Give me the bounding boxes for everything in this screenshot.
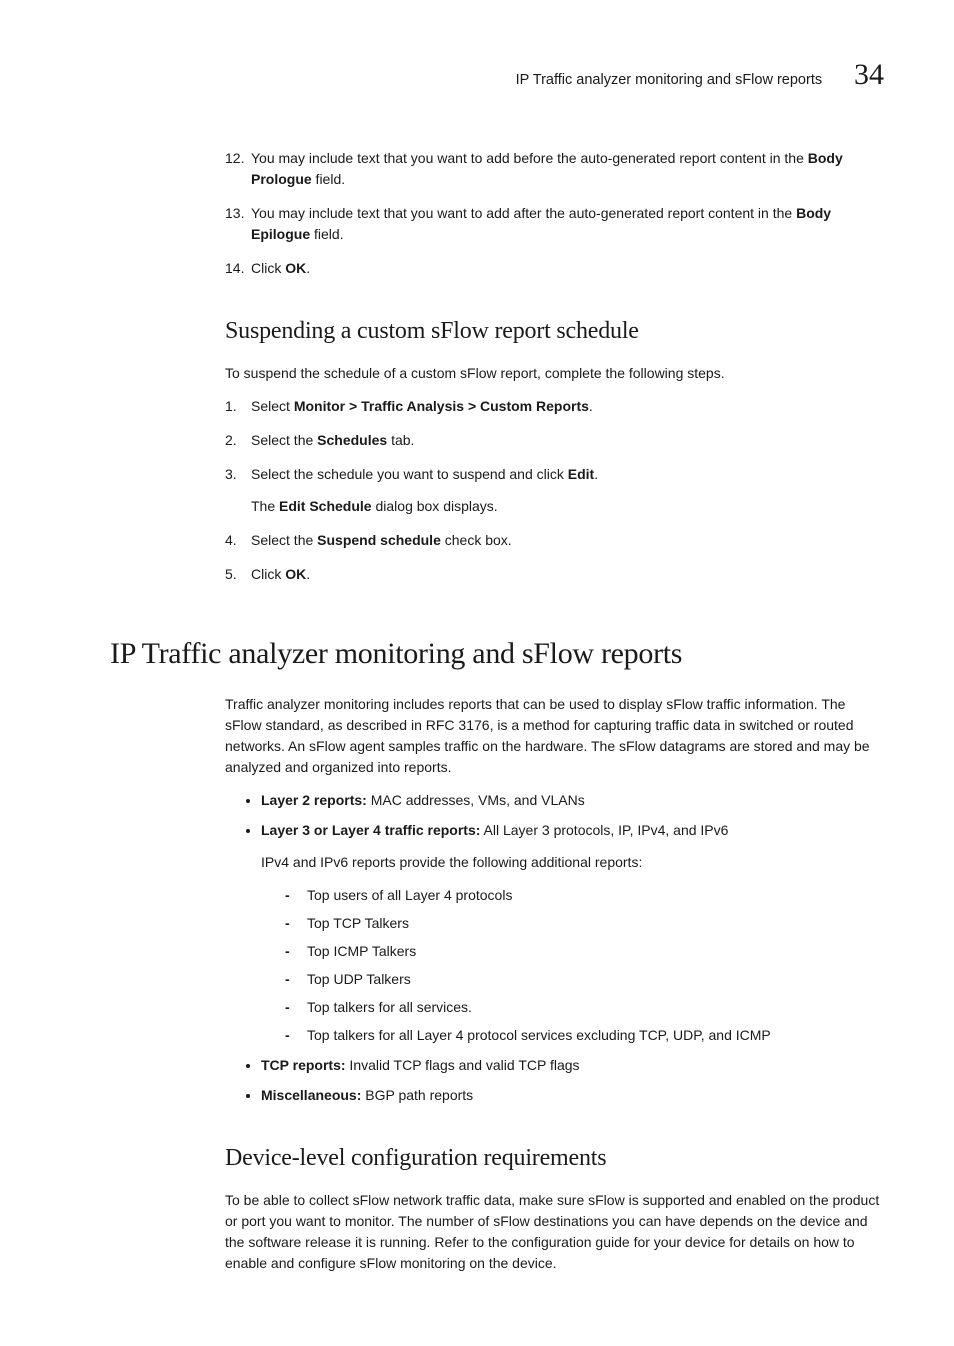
main-content: 12. You may include text that you want t…: [225, 148, 884, 1274]
sub-post: dialog box displays.: [372, 498, 498, 514]
step-subtext: The Edit Schedule dialog box displays.: [251, 496, 884, 517]
step-bold: Schedules: [317, 432, 387, 448]
bullet-misc: Miscellaneous: BGP path reports: [261, 1085, 884, 1106]
step-post: check box.: [441, 532, 512, 548]
device-body: To be able to collect sFlow network traf…: [225, 1190, 884, 1274]
bullet-text: Invalid TCP flags and valid TCP flags: [346, 1057, 580, 1073]
dash-item: Top talkers for all Layer 4 protocol ser…: [285, 1025, 884, 1046]
bullet-bold: TCP reports:: [261, 1057, 346, 1073]
dash-item: Top ICMP Talkers: [285, 941, 884, 962]
step-post: .: [306, 260, 310, 276]
step-bold: OK: [285, 260, 306, 276]
step-text: Select: [251, 398, 294, 414]
step-number: 14.: [225, 258, 244, 279]
suspend-step-5: 5. Click OK.: [225, 564, 884, 585]
step-12: 12. You may include text that you want t…: [225, 148, 884, 190]
step-13: 13. You may include text that you want t…: [225, 203, 884, 245]
page-header: IP Traffic analyzer monitoring and sFlow…: [110, 60, 884, 92]
step-number: 5.: [225, 564, 237, 585]
bullet-text: All Layer 3 protocols, IP, IPv4, and IPv…: [480, 822, 728, 838]
report-bullets: Layer 2 reports: MAC addresses, VMs, and…: [225, 790, 884, 1106]
bullet-layer34: Layer 3 or Layer 4 traffic reports: All …: [261, 820, 884, 1046]
suspend-steps: 1. Select Monitor > Traffic Analysis > C…: [225, 396, 884, 585]
bullet-bold: Layer 3 or Layer 4 traffic reports:: [261, 822, 480, 838]
step-post: .: [306, 566, 310, 582]
step-post: tab.: [387, 432, 414, 448]
suspend-intro: To suspend the schedule of a custom sFlo…: [225, 363, 884, 384]
suspend-heading: Suspending a custom sFlow report schedul…: [225, 313, 884, 349]
sub-bold: Edit Schedule: [279, 498, 372, 514]
ip-intro: Traffic analyzer monitoring includes rep…: [225, 694, 884, 778]
bullet-bold: Layer 2 reports:: [261, 792, 367, 808]
suspend-step-4: 4. Select the Suspend schedule check box…: [225, 530, 884, 551]
step-number: 1.: [225, 396, 237, 417]
step-text: You may include text that you want to ad…: [251, 205, 796, 221]
step-number: 2.: [225, 430, 237, 451]
step-text: Select the: [251, 532, 317, 548]
dash-item: Top talkers for all services.: [285, 997, 884, 1018]
bullet-bold: Miscellaneous:: [261, 1087, 361, 1103]
chapter-number: 34: [854, 60, 884, 90]
step-post: field.: [310, 226, 343, 242]
step-bold: Edit: [568, 466, 594, 482]
step-number: 13.: [225, 203, 244, 224]
step-text: Select the: [251, 432, 317, 448]
step-text: Select the schedule you want to suspend …: [251, 466, 568, 482]
step-bold: Suspend schedule: [317, 532, 441, 548]
suspend-step-1: 1. Select Monitor > Traffic Analysis > C…: [225, 396, 884, 417]
header-title: IP Traffic analyzer monitoring and sFlow…: [516, 70, 823, 92]
sub-pre: The: [251, 498, 279, 514]
dash-item: Top UDP Talkers: [285, 969, 884, 990]
step-text: You may include text that you want to ad…: [251, 150, 808, 166]
step-post: .: [589, 398, 593, 414]
suspend-step-2: 2. Select the Schedules tab.: [225, 430, 884, 451]
step-14: 14. Click OK.: [225, 258, 884, 279]
step-bold: Monitor > Traffic Analysis > Custom Repo…: [294, 398, 589, 414]
bullet-tcp: TCP reports: Invalid TCP flags and valid…: [261, 1055, 884, 1076]
bullet-subintro: IPv4 and IPv6 reports provide the follow…: [261, 852, 884, 873]
step-bold: OK: [285, 566, 306, 582]
ip-traffic-heading: IP Traffic analyzer monitoring and sFlow…: [110, 631, 884, 676]
device-heading: Device-level configuration requirements: [225, 1140, 884, 1176]
bullet-text: MAC addresses, VMs, and VLANs: [367, 792, 585, 808]
bullet-layer2: Layer 2 reports: MAC addresses, VMs, and…: [261, 790, 884, 811]
dash-item: Top TCP Talkers: [285, 913, 884, 934]
step-number: 3.: [225, 464, 237, 485]
step-number: 4.: [225, 530, 237, 551]
top-steps-list: 12. You may include text that you want t…: [225, 148, 884, 279]
dash-item: Top users of all Layer 4 protocols: [285, 885, 884, 906]
bullet-text: BGP path reports: [361, 1087, 473, 1103]
step-post: field.: [312, 171, 345, 187]
step-post: .: [594, 466, 598, 482]
step-text: Click: [251, 260, 285, 276]
dash-list: Top users of all Layer 4 protocols Top T…: [261, 885, 884, 1046]
step-number: 12.: [225, 148, 244, 169]
suspend-step-3: 3. Select the schedule you want to suspe…: [225, 464, 884, 517]
step-text: Click: [251, 566, 285, 582]
